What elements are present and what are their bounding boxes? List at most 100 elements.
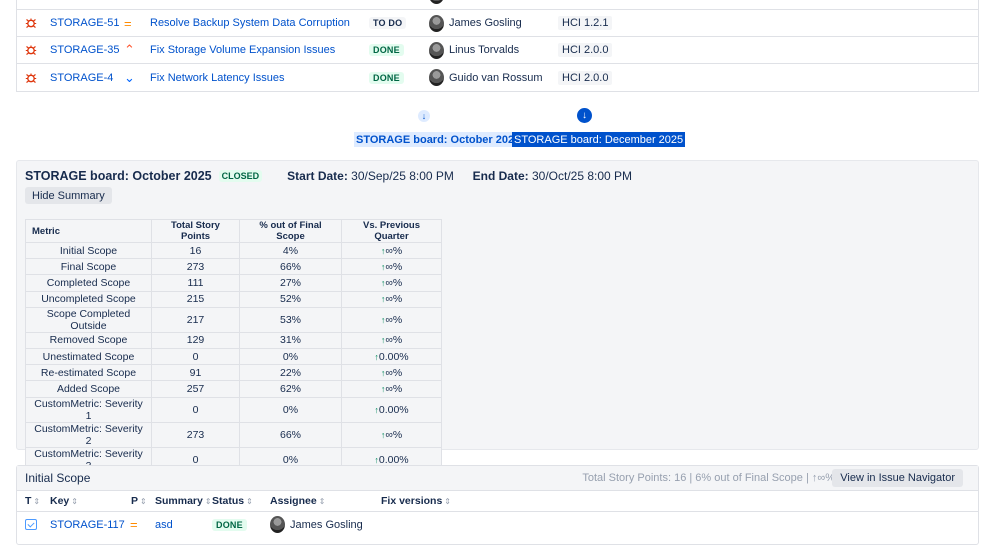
metric-percent: 66% <box>239 258 342 276</box>
metric-points: 0 <box>151 396 240 423</box>
metrics-header-row: Metric Total Story Points % out of Final… <box>25 219 442 243</box>
initial-scope-column-headers: T ⇕ Key ⇕ P ⇕ Summary ⇕ Status ⇕ Assignee ⇕ Fi… <box>17 491 978 512</box>
issue-summary-link[interactable]: Resolve Backup System Data Corruption <box>150 17 350 29</box>
view-in-issue-navigator-button[interactable]: View in Issue Navigator <box>832 469 963 487</box>
issue-table: STORAGE-51 = Resolve Backup System Data Co… <box>16 0 979 92</box>
metric-vs-previous: ↑∞% <box>341 364 442 382</box>
metric-vs-previous: ↑∞% <box>341 306 442 333</box>
table-row: STORAGE-4 ⌄ Fix Network Latency Issues DONE… <box>17 64 978 91</box>
metric-points: 217 <box>151 306 240 333</box>
metrics-row: Completed Scope 111 27% ↑∞% <box>25 274 442 292</box>
assignee-name: James Gosling <box>290 518 363 531</box>
status-badge: DONE <box>369 71 404 84</box>
column-header-status[interactable]: Status ⇕ <box>212 495 253 507</box>
sort-icon: ⇕ <box>318 497 326 506</box>
bug-icon <box>25 10 37 36</box>
metric-vs-previous: ↑∞% <box>341 258 442 276</box>
sprint-summary-panel: STORAGE board: October 2025 CLOSED Start… <box>16 160 979 473</box>
issue-summary-link[interactable]: asd <box>155 519 173 531</box>
column-header-summary[interactable]: Summary ⇕ <box>155 495 212 507</box>
column-header-key[interactable]: Key ⇕ <box>50 495 78 507</box>
metrics-row: Removed Scope 129 31% ↑∞% <box>25 331 442 349</box>
metrics-row: Uncompleted Scope 215 52% ↑∞% <box>25 290 442 308</box>
metric-percent: 0% <box>239 396 342 423</box>
metric-points: 111 <box>151 274 240 292</box>
assignee-name: Guido van Rossum <box>449 71 543 84</box>
issue-key-link[interactable]: STORAGE-117 <box>50 519 125 531</box>
sort-icon: ⇕ <box>444 497 451 506</box>
avatar <box>429 41 444 59</box>
start-date-value: 30/Sep/25 8:00 PM <box>351 169 454 183</box>
metric-vs-previous: ↑∞% <box>341 274 442 292</box>
metric-vs-previous: ↑∞% <box>341 331 442 349</box>
sprint-state-badge: CLOSED <box>218 170 263 182</box>
metric-points: 215 <box>151 290 240 308</box>
status-badge: DONE <box>212 518 247 531</box>
metrics-row: Scope Completed Outside 217 53% ↑∞% <box>25 306 442 333</box>
metric-name: Completed Scope <box>25 274 152 292</box>
arrow-down-icon[interactable]: ↓ <box>418 110 430 122</box>
sort-icon: ⇕ <box>140 497 147 506</box>
metric-name: Final Scope <box>25 258 152 276</box>
avatar <box>429 0 444 4</box>
metric-points: 16 <box>151 241 240 260</box>
metric-vs-previous: ↑0.00% <box>341 347 442 366</box>
table-row: STORAGE-117 = asd DONE James Gosling <box>17 512 978 537</box>
board-link-october[interactable]: STORAGE board: October 2025 <box>354 132 523 147</box>
column-header: Vs. Previous Quarter <box>341 219 442 243</box>
column-header-assignee[interactable]: Assignee ⇕ <box>270 495 325 507</box>
column-header-fix-versions[interactable]: Fix versions ⇕ <box>381 495 451 507</box>
metric-points: 91 <box>151 364 240 382</box>
board-link-december[interactable]: STORAGE board: December 2025 <box>512 132 686 147</box>
issue-key-link[interactable]: STORAGE-4 <box>50 72 113 84</box>
metric-name: Scope Completed Outside <box>25 306 152 333</box>
column-header-priority[interactable]: P ⇕ <box>131 495 147 507</box>
metric-name: Removed Scope <box>25 331 152 349</box>
sort-icon: ⇕ <box>71 497 78 506</box>
priority-medium-icon: = <box>130 517 138 532</box>
metric-points: 257 <box>151 380 240 398</box>
column-header: % out of Final Scope <box>239 219 342 243</box>
avatar <box>270 516 285 533</box>
metrics-row: Final Scope 273 66% ↑∞% <box>25 258 442 276</box>
metrics-row: Unestimated Scope 0 0% ↑0.00% <box>25 347 442 366</box>
issue-summary-link[interactable]: Fix Network Latency Issues <box>150 72 285 84</box>
column-header-type[interactable]: T ⇕ <box>25 495 40 507</box>
arrow-down-icon[interactable]: ↓ <box>577 108 592 123</box>
metric-vs-previous: ↑∞% <box>341 290 442 308</box>
sprint-header: STORAGE board: October 2025 CLOSED Start… <box>25 168 632 184</box>
sort-icon: ⇕ <box>33 497 41 506</box>
end-date-label: End Date: <box>472 169 529 183</box>
hide-summary-button[interactable]: Hide Summary <box>25 187 112 204</box>
issue-summary-link[interactable]: Fix Storage Volume Expansion Issues <box>150 44 335 56</box>
initial-scope-title: Initial Scope <box>25 471 91 485</box>
metric-name: Unestimated Scope <box>25 347 152 366</box>
board-navigation: ↓ ↓ STORAGE board: October 2025 STORAGE … <box>0 108 999 148</box>
sprint-title: STORAGE board: October 2025 <box>25 169 212 183</box>
metric-vs-previous: ↑∞% <box>341 380 442 398</box>
bug-icon <box>25 37 37 63</box>
metrics-row: Re-estimated Scope 91 22% ↑∞% <box>25 364 442 382</box>
metric-name: Re-estimated Scope <box>25 364 152 382</box>
metric-points: 0 <box>151 347 240 366</box>
metric-name: Initial Scope <box>25 241 152 260</box>
metric-percent: 27% <box>239 274 342 292</box>
metric-points: 273 <box>151 258 240 276</box>
metric-percent: 31% <box>239 331 342 349</box>
metric-name: CustomMetric: Severity 2 <box>25 421 152 448</box>
metric-vs-previous: ↑0.00% <box>341 396 442 423</box>
issue-key-link[interactable]: STORAGE-51 <box>50 17 120 29</box>
initial-scope-panel: Initial Scope Total Story Points: 16 | 6… <box>16 465 979 545</box>
column-header: Metric <box>25 219 152 243</box>
metric-name: CustomMetric: Severity 1 <box>25 396 152 423</box>
issue-key-link[interactable]: STORAGE-35 <box>50 44 120 56</box>
sort-icon: ⇕ <box>204 497 212 506</box>
table-row <box>17 0 978 10</box>
metrics-row: Added Scope 257 62% ↑∞% <box>25 380 442 398</box>
priority-high-icon: ⌃ <box>124 42 135 57</box>
initial-scope-info: Total Story Points: 16 | 6% out of Final… <box>582 472 835 484</box>
column-header: Total Story Points <box>151 219 240 243</box>
metric-percent: 66% <box>239 421 342 448</box>
table-row: STORAGE-35 ⌃ Fix Storage Volume Expansion … <box>17 37 978 64</box>
end-date-value: 30/Oct/25 8:00 PM <box>531 169 633 183</box>
